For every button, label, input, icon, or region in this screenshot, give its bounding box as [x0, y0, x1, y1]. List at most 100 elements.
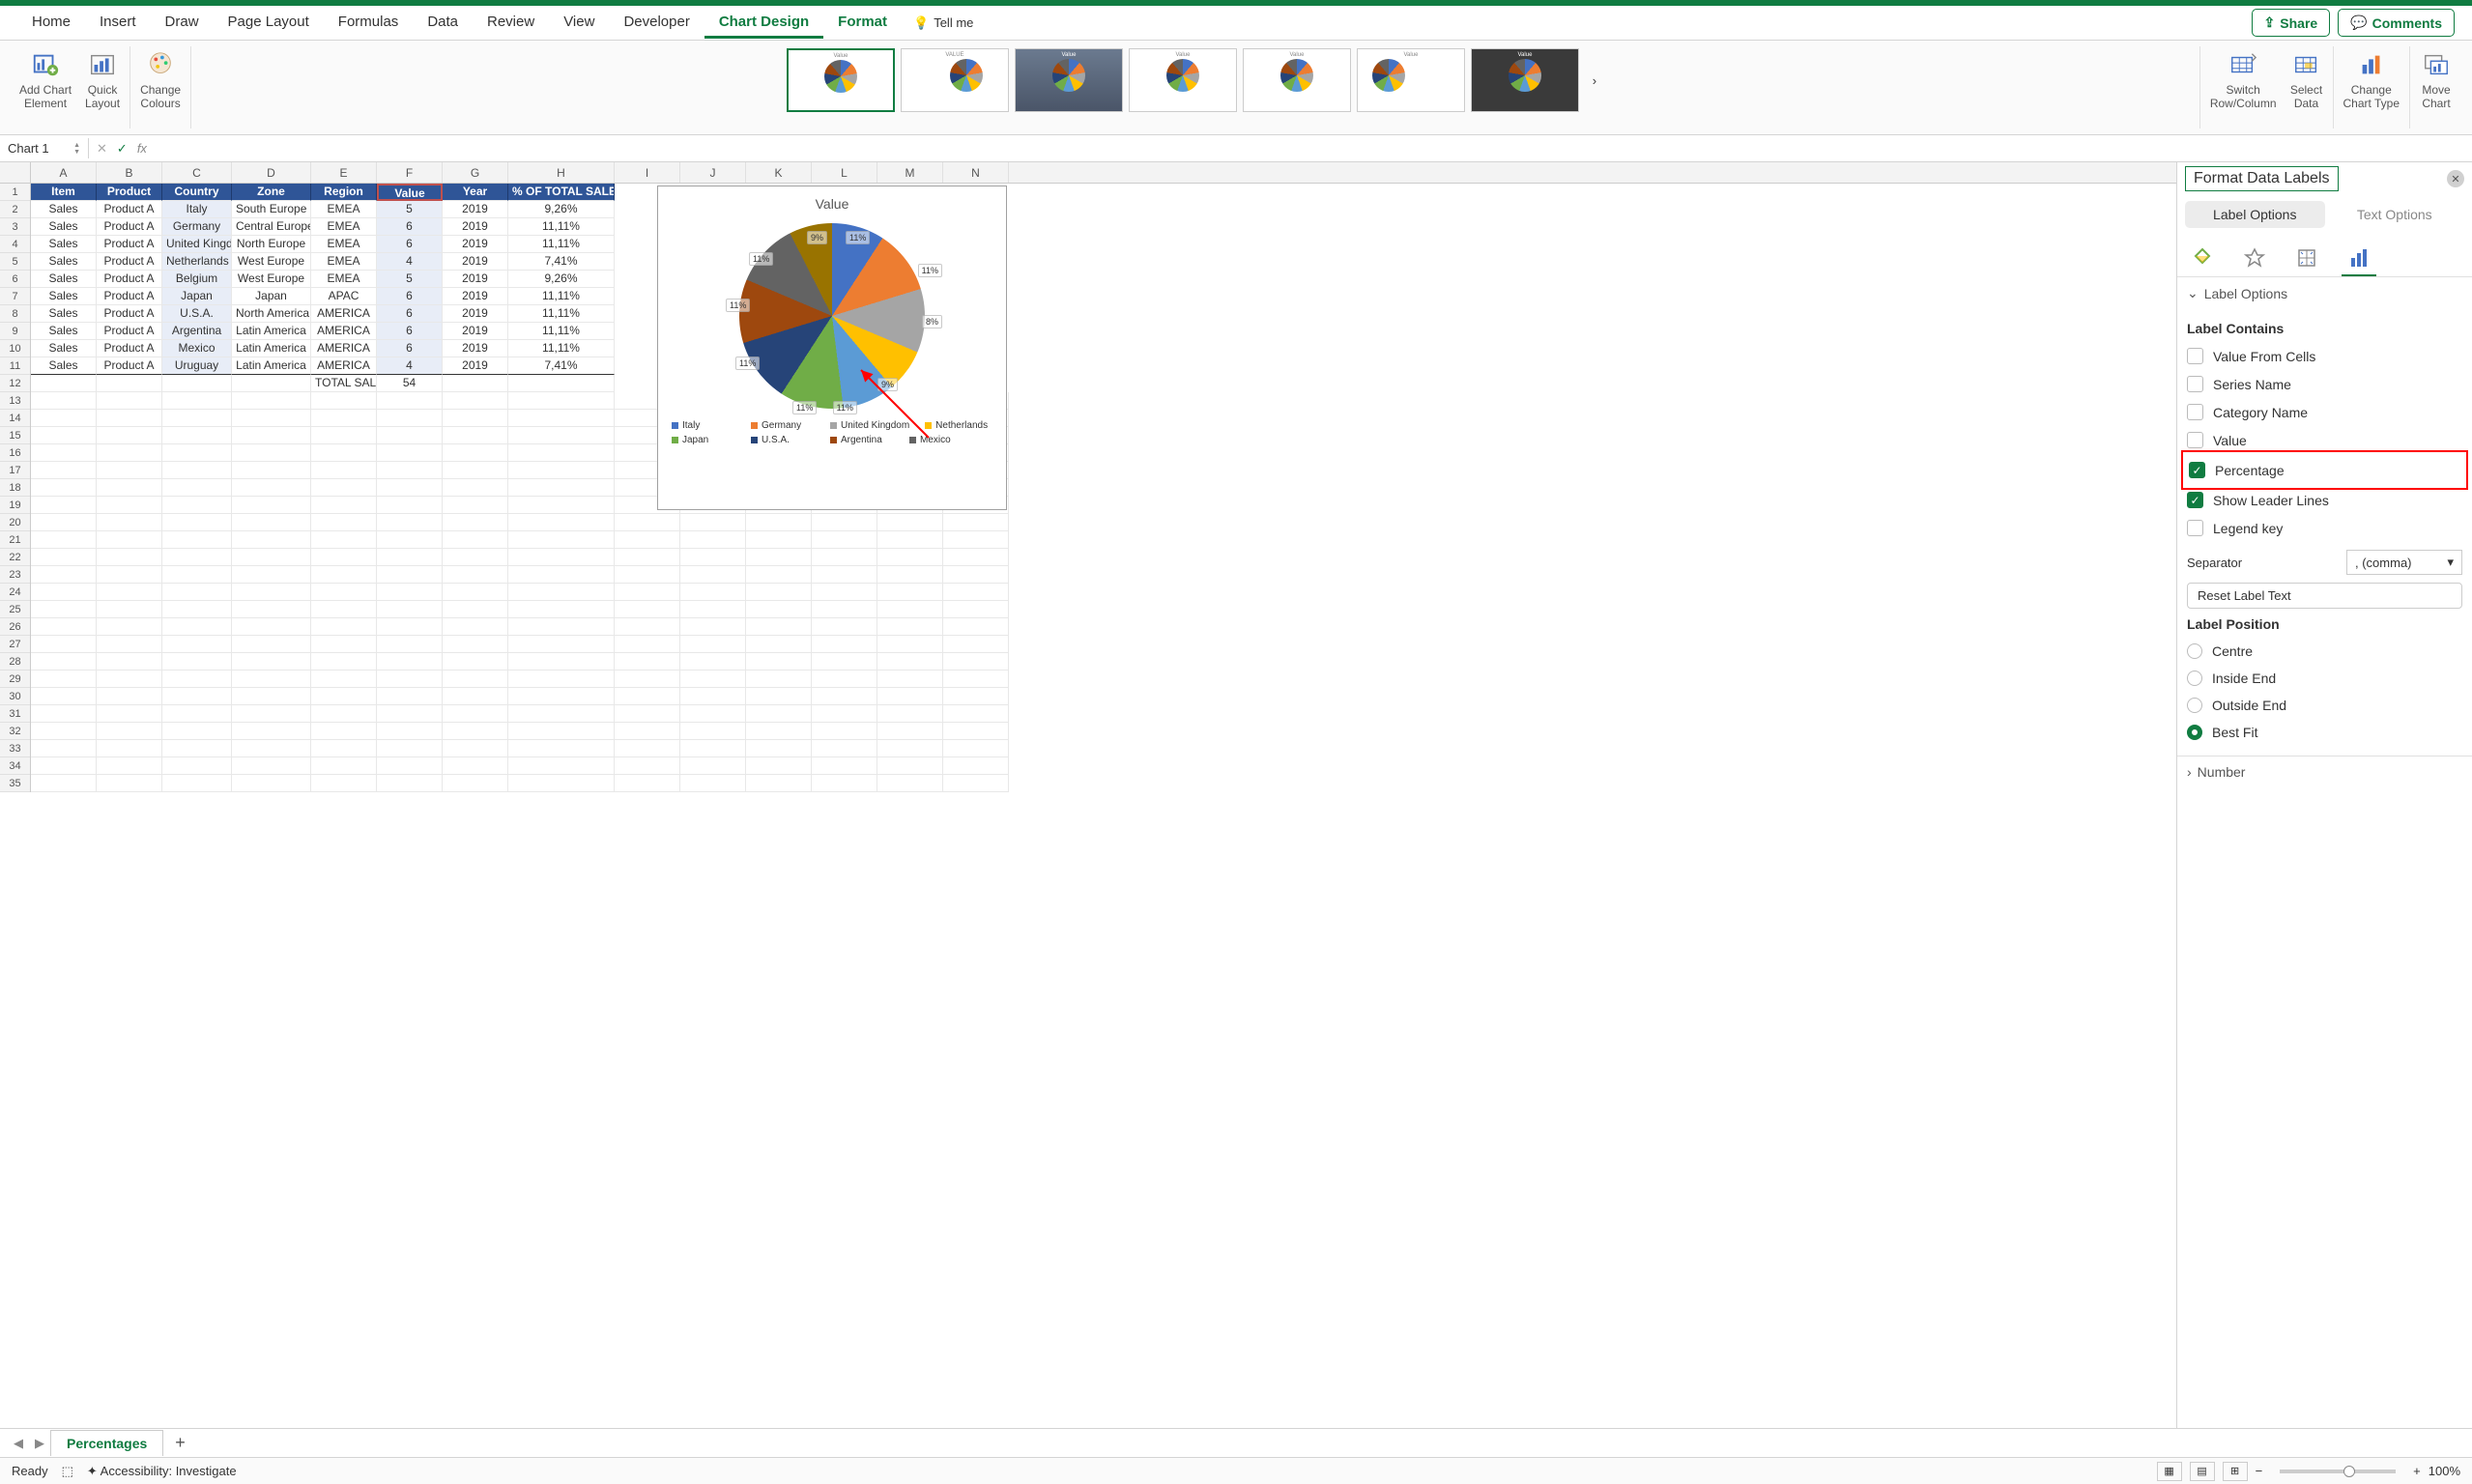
cell[interactable] — [311, 462, 377, 479]
cell[interactable] — [97, 531, 162, 549]
cell[interactable]: EMEA — [311, 253, 377, 271]
cell[interactable]: Latin America — [232, 357, 311, 375]
tab-draw[interactable]: Draw — [151, 8, 214, 39]
cell[interactable] — [232, 757, 311, 775]
col-header-A[interactable]: A — [31, 162, 97, 183]
cell[interactable] — [615, 601, 680, 618]
tab-formulas[interactable]: Formulas — [324, 8, 414, 39]
cell[interactable] — [443, 531, 508, 549]
cell[interactable]: Product A — [97, 253, 162, 271]
cell[interactable] — [877, 584, 943, 601]
cell[interactable] — [680, 584, 746, 601]
quick-layout-button[interactable]: Quick Layout — [85, 48, 120, 110]
cell[interactable] — [443, 775, 508, 792]
cell[interactable] — [508, 636, 615, 653]
cell[interactable] — [232, 705, 311, 723]
tab-data[interactable]: Data — [413, 8, 473, 39]
cell[interactable] — [680, 775, 746, 792]
cell[interactable]: Sales — [31, 288, 97, 305]
cell[interactable] — [31, 479, 97, 497]
cell[interactable] — [97, 688, 162, 705]
row-header-7[interactable]: 7 — [0, 288, 30, 305]
row-header-21[interactable]: 21 — [0, 531, 30, 549]
cell[interactable] — [97, 427, 162, 444]
select-all-corner[interactable] — [0, 162, 31, 183]
cell[interactable] — [97, 410, 162, 427]
cell[interactable] — [877, 740, 943, 757]
cell[interactable] — [615, 618, 680, 636]
tab-home[interactable]: Home — [17, 8, 85, 39]
cell[interactable]: EMEA — [311, 236, 377, 253]
cell[interactable] — [746, 549, 812, 566]
cell[interactable] — [443, 671, 508, 688]
cell[interactable] — [508, 531, 615, 549]
cell[interactable] — [746, 514, 812, 531]
radio-best-fit[interactable]: Best Fit — [2187, 719, 2462, 746]
cell[interactable] — [812, 584, 877, 601]
cell[interactable]: 11,11% — [508, 236, 615, 253]
cell[interactable] — [943, 584, 1009, 601]
row-header-10[interactable]: 10 — [0, 340, 30, 357]
cell[interactable] — [943, 601, 1009, 618]
cell[interactable] — [162, 671, 232, 688]
cell[interactable]: 9,26% — [508, 201, 615, 218]
tab-view[interactable]: View — [549, 8, 609, 39]
cell[interactable] — [232, 479, 311, 497]
cell[interactable]: 2019 — [443, 323, 508, 340]
cell[interactable] — [508, 375, 615, 392]
cell[interactable] — [311, 618, 377, 636]
cell[interactable]: 2019 — [443, 201, 508, 218]
name-box[interactable]: Chart 1 ▲▼ — [0, 138, 89, 158]
row-header-31[interactable]: 31 — [0, 705, 30, 723]
cell[interactable] — [97, 375, 162, 392]
cell[interactable]: Central Europe — [232, 218, 311, 236]
cell[interactable] — [97, 618, 162, 636]
cell[interactable] — [377, 549, 443, 566]
row-header-26[interactable]: 26 — [0, 618, 30, 636]
cell[interactable]: Product A — [97, 271, 162, 288]
cell[interactable] — [31, 531, 97, 549]
cell[interactable] — [508, 601, 615, 618]
label-options-icon[interactable] — [2342, 242, 2376, 276]
cell[interactable] — [943, 671, 1009, 688]
cell[interactable] — [746, 757, 812, 775]
cell[interactable] — [680, 601, 746, 618]
check-percentage[interactable]: ✓Percentage — [2189, 456, 2460, 484]
cell[interactable] — [311, 549, 377, 566]
cell[interactable] — [443, 410, 508, 427]
cell[interactable] — [877, 601, 943, 618]
cell[interactable] — [508, 775, 615, 792]
cell[interactable]: South Europe — [232, 201, 311, 218]
cell[interactable] — [443, 427, 508, 444]
view-page-break-icon[interactable]: ⊞ — [2223, 1462, 2248, 1481]
cell[interactable] — [943, 531, 1009, 549]
cell[interactable] — [615, 740, 680, 757]
cell[interactable] — [31, 444, 97, 462]
cell[interactable] — [377, 705, 443, 723]
cell[interactable]: Product A — [97, 236, 162, 253]
row-header-15[interactable]: 15 — [0, 427, 30, 444]
cell[interactable] — [615, 514, 680, 531]
cell[interactable]: EMEA — [311, 271, 377, 288]
change-colours-button[interactable]: Change Colours — [140, 48, 181, 110]
cell[interactable] — [311, 392, 377, 410]
cell[interactable] — [31, 462, 97, 479]
cell[interactable] — [97, 775, 162, 792]
cell[interactable] — [443, 479, 508, 497]
cell[interactable] — [680, 671, 746, 688]
cell[interactable] — [746, 705, 812, 723]
cell[interactable] — [943, 757, 1009, 775]
cell[interactable] — [377, 775, 443, 792]
cell[interactable] — [443, 636, 508, 653]
cell[interactable] — [812, 601, 877, 618]
cell[interactable] — [377, 444, 443, 462]
cell[interactable]: 11,11% — [508, 323, 615, 340]
cell[interactable]: 2019 — [443, 340, 508, 357]
check-category-name[interactable]: Category Name — [2187, 398, 2462, 426]
check-leader-lines[interactable]: ✓Show Leader Lines — [2187, 486, 2462, 514]
cell[interactable] — [31, 618, 97, 636]
cell[interactable]: Sales — [31, 271, 97, 288]
cell[interactable]: Product A — [97, 201, 162, 218]
cell[interactable] — [311, 497, 377, 514]
cell[interactable] — [943, 705, 1009, 723]
